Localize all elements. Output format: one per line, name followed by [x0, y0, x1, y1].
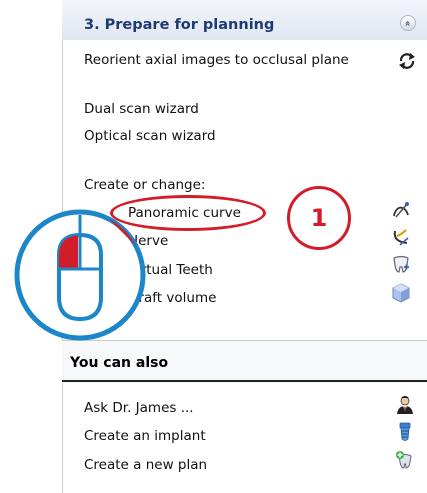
you-can-also-title: You can also: [70, 355, 169, 371]
ask-dr-james-link[interactable]: Ask Dr. James ...: [84, 400, 194, 416]
create-implant-link[interactable]: Create an implant: [84, 428, 206, 444]
implant-icon[interactable]: [395, 422, 415, 442]
create-or-change-label: Create or change:: [84, 177, 206, 193]
step-number-badge: 1: [287, 186, 351, 250]
mouse-click-icon: [14, 209, 146, 341]
you-can-also-rule: [62, 380, 427, 382]
graft-volume-icon[interactable]: [391, 283, 411, 303]
chevron-up-icon: »: [402, 20, 414, 27]
optical-scan-wizard-link[interactable]: Optical scan wizard: [84, 128, 216, 144]
virtual-teeth-icon[interactable]: [391, 255, 411, 275]
dual-scan-wizard-link[interactable]: Dual scan wizard: [84, 101, 199, 117]
new-plan-icon[interactable]: [395, 450, 415, 470]
section-title: 3. Prepare for planning: [84, 17, 275, 33]
collapse-button[interactable]: »: [400, 15, 416, 31]
nerve-icon[interactable]: [391, 227, 411, 247]
panoramic-curve-icon[interactable]: [391, 200, 411, 220]
reorient-icon[interactable]: [397, 51, 417, 71]
reorient-link[interactable]: Reorient axial images to occlusal plane: [84, 52, 349, 68]
create-new-plan-link[interactable]: Create a new plan: [84, 457, 207, 473]
dr-james-icon[interactable]: [395, 395, 415, 415]
